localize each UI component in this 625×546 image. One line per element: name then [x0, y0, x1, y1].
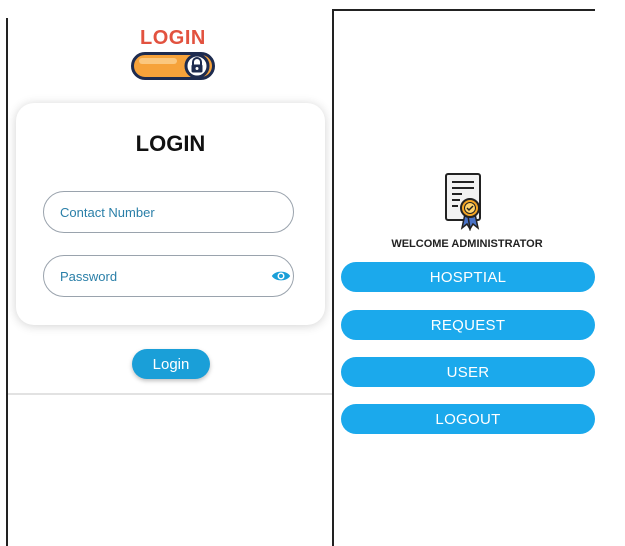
card-title: LOGIN	[135, 131, 206, 156]
admin-screen: WELCOME ADMINISTRATOR HOSPTIAL REQUEST U…	[332, 0, 625, 546]
logout-button[interactable]: LOGOUT	[341, 404, 595, 434]
password-field	[43, 255, 294, 297]
eye-icon[interactable]	[271, 267, 291, 285]
password-input[interactable]	[58, 256, 262, 296]
welcome-text: WELCOME ADMINISTRATOR	[391, 238, 543, 250]
contact-number-field	[43, 191, 294, 233]
request-button[interactable]: REQUEST	[341, 310, 595, 340]
screen-border-top	[332, 9, 595, 11]
logo-text: LOGIN	[140, 27, 206, 49]
screen-border-left	[332, 9, 334, 546]
login-button[interactable]: Login	[132, 349, 210, 379]
certificate-document-icon	[445, 173, 481, 232]
divider	[8, 393, 332, 395]
lock-icon	[131, 52, 215, 80]
hospital-button[interactable]: HOSPTIAL	[341, 262, 595, 292]
login-screen: LOGIN LOGIN Login	[0, 0, 332, 546]
login-card: LOGIN	[16, 103, 325, 325]
screen-border	[6, 18, 8, 546]
user-button[interactable]: USER	[341, 357, 595, 387]
contact-number-input[interactable]	[58, 192, 262, 232]
